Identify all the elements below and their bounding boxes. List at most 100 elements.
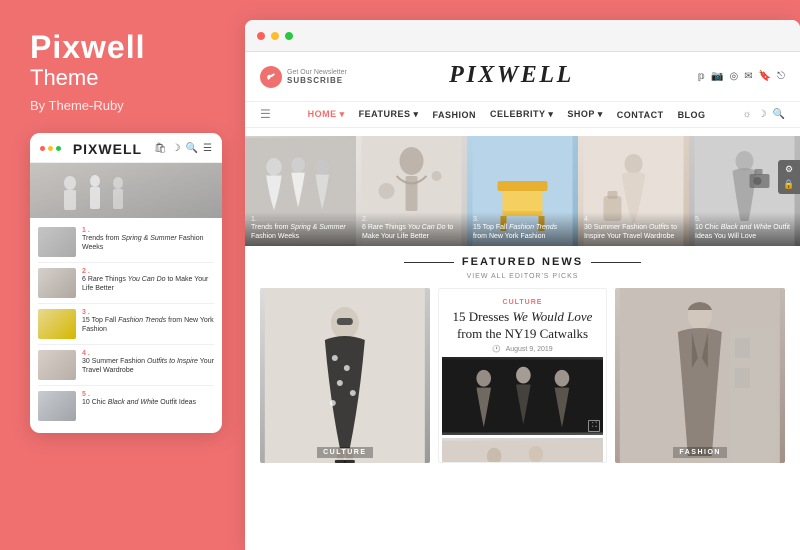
list-item-text: 2 . 6 Rare Things You Can Do to Make You… [82, 268, 214, 293]
list-item[interactable]: 5 . 10 Chic Black and White Outfit Ideas [38, 386, 214, 426]
featured-right-label: FASHION [673, 447, 727, 458]
hamburger-icon[interactable]: ☰ [260, 107, 271, 122]
brand-subtitle: Theme [30, 65, 146, 91]
mobile-moon-icon: ☽ [172, 143, 181, 154]
mobile-dot-green [56, 146, 61, 151]
mobile-cart-icon: 🛍 [154, 143, 167, 154]
featured-center-images: ⛶ FASHION [439, 357, 607, 463]
newsletter-text: Get Our Newsletter SUBSCRIBE [287, 69, 347, 85]
list-item[interactable]: 2 . 6 Rare Things You Can Do to Make You… [38, 263, 214, 304]
featured-left-svg [260, 288, 430, 463]
featured-card-center[interactable]: CULTURE 15 Dresses We Would Love from th… [438, 288, 608, 463]
settings-gear-icon: ⚙ [785, 164, 793, 175]
list-item-thumb [38, 268, 76, 298]
nav-search-icon[interactable]: 🔍 [773, 109, 785, 120]
list-item-title: Trends from Spring & Summer Fashion Week… [82, 234, 214, 252]
featured-card-right[interactable]: FASHION [615, 288, 785, 463]
mobile-menu-icon[interactable]: ☰ [203, 143, 212, 154]
bookmark-icon[interactable]: 🔖 [759, 71, 771, 82]
featured-center-title: 15 Dresses We Would Love from the NY19 C… [447, 309, 599, 343]
list-item[interactable]: 3 . 15 Top Fall Fashion Trends from New … [38, 304, 214, 345]
brand-byline: By Theme-Ruby [30, 98, 146, 113]
settings-lock-icon: 🔒 [783, 179, 794, 190]
slider-row: 1. Trends from Spring & Summer Fashion W… [245, 136, 800, 246]
slide-3-title: 15 Top Fall Fashion Trends from New York… [473, 223, 572, 241]
list-item-number: 2 . [82, 268, 214, 275]
featured-center-category: CULTURE [447, 295, 599, 306]
calendar-icon: 🕐 [492, 346, 501, 353]
moon-icon[interactable]: ☽ [758, 109, 767, 120]
list-item[interactable]: 1 . Trends from Spring & Summer Fashion … [38, 222, 214, 263]
list-item-title: 6 Rare Things You Can Do to Make Your Li… [82, 275, 214, 293]
nav-item-shop[interactable]: SHOP ▾ [567, 109, 602, 120]
featured-center-bottom-svg [442, 438, 604, 463]
list-item[interactable]: 4 . 30 Summer Fashion Outfits to Inspire… [38, 345, 214, 386]
browser-dot-green [285, 32, 293, 40]
nav-item-home[interactable]: HOME ▾ [308, 109, 345, 120]
slide-2-title: 6 Rare Things You Can Do to Make Your Li… [362, 223, 461, 241]
site-logo: PIXWELL [357, 58, 688, 95]
slide-2-num: 2. [362, 216, 461, 223]
slide-1-overlay: 1. Trends from Spring & Summer Fashion W… [245, 212, 356, 246]
featured-card-left[interactable]: CULTURE [260, 288, 430, 463]
nav-item-celebrity[interactable]: CELEBRITY ▾ [490, 109, 553, 120]
slide-1-num: 1. [251, 216, 350, 223]
mobile-search-icon[interactable]: 🔍 [186, 143, 198, 154]
slide-4[interactable]: 4. 30 Summer Fashion Outfits to Inspire … [578, 136, 689, 246]
featured-subtitle: VIEW ALL EDITOR'S PICKS [260, 273, 785, 280]
site-header: Get Our Newsletter SUBSCRIBE PIXWELL 𝕡 📷… [245, 52, 800, 102]
featured-left-category: CULTURE [260, 441, 430, 459]
slide-1[interactable]: 1. Trends from Spring & Summer Fashion W… [245, 136, 356, 246]
list-item-number: 1 . [82, 227, 214, 234]
slide-3-num: 3. [473, 216, 572, 223]
list-item-number: 5 . [82, 391, 214, 398]
mobile-header-icons: 🛍 ☽ 🔍 ☰ [154, 143, 212, 154]
list-item-number: 4 . [82, 350, 214, 357]
featured-header: FEATURED NEWS [260, 256, 785, 268]
mobile-dot-red [40, 146, 45, 151]
sun-icon[interactable]: ☼ [742, 109, 751, 120]
nav-item-contact[interactable]: CONTACT [617, 110, 664, 120]
featured-grid: CULTURE CULTURE 15 Dresses We Would Love… [260, 288, 785, 463]
nav-right-icons: ☼ ☽ 🔍 [742, 109, 785, 120]
rss-icon[interactable]: ◎ [730, 71, 739, 82]
instagram-icon[interactable]: 📷 [711, 71, 723, 82]
desktop-preview: Get Our Newsletter SUBSCRIBE PIXWELL 𝕡 📷… [245, 20, 800, 550]
svg-text:PIXWELL: PIXWELL [449, 62, 575, 88]
slide-2[interactable]: 2. 6 Rare Things You Can Do to Make Your… [356, 136, 467, 246]
nav-item-features[interactable]: FEATURES ▾ [359, 109, 419, 120]
list-item-title: 30 Summer Fashion Outfits to Inspire You… [82, 357, 214, 375]
slide-4-title: 30 Summer Fashion Outfits to Inspire You… [584, 223, 683, 241]
list-item-thumb [38, 227, 76, 257]
featured-news-section: FEATURED NEWS VIEW ALL EDITOR'S PICKS [245, 246, 800, 468]
pinterest-icon[interactable]: 𝕡 [698, 71, 705, 82]
mobile-site-logo: PIXWELL [73, 141, 142, 157]
nav-menu: HOME ▾ FEATURES ▾ FASHION CELEBRITY ▾ SH… [271, 109, 743, 120]
featured-center-top-image: ⛶ [442, 357, 604, 435]
featured-center-top-svg [442, 357, 604, 435]
newsletter-cta: SUBSCRIBE [287, 76, 347, 85]
list-item-number: 3 . [82, 309, 214, 316]
slide-3[interactable]: 3. 15 Top Fall Fashion Trends from New Y… [467, 136, 578, 246]
newsletter-badge[interactable]: Get Our Newsletter SUBSCRIBE [260, 66, 347, 88]
mobile-hero-image [30, 163, 222, 218]
header-right-icons: 𝕡 📷 ◎ ✉ 🔖 ⎋ [698, 71, 785, 82]
list-item-text: 1 . Trends from Spring & Summer Fashion … [82, 227, 214, 252]
nav-item-fashion[interactable]: FASHION [432, 110, 476, 120]
nav-item-blog[interactable]: BLOG [678, 110, 706, 120]
bird-icon [265, 71, 277, 83]
slide-5-title: 10 Chic Black and White Outfit Ideas You… [695, 223, 794, 241]
slide-5-num: 5. [695, 216, 794, 223]
image-expand-icon: ⛶ [588, 420, 600, 432]
left-panel: Pixwell Theme By Theme-Ruby PIXWELL 🛍 ☽ … [0, 0, 245, 550]
envelope-icon[interactable]: ✉ [744, 71, 752, 82]
slide-1-title: Trends from Spring & Summer Fashion Week… [251, 223, 350, 241]
list-item-title: 15 Top Fall Fashion Trends from New York… [82, 316, 214, 334]
browser-dot-red [257, 32, 265, 40]
mobile-window-dots [40, 146, 61, 151]
featured-center-bottom-image: FASHION [442, 438, 604, 463]
mobile-hero-svg [30, 163, 222, 218]
share-icon[interactable]: ⎋ [777, 71, 785, 82]
settings-badge[interactable]: ⚙ 🔒 [778, 160, 800, 194]
featured-line-right [591, 262, 641, 263]
